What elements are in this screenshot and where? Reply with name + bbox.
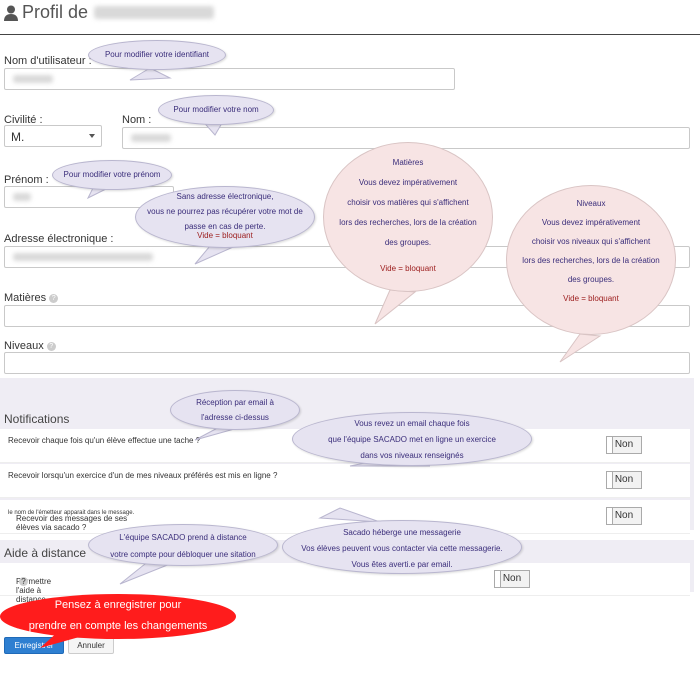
reminder-tail [40,630,90,648]
